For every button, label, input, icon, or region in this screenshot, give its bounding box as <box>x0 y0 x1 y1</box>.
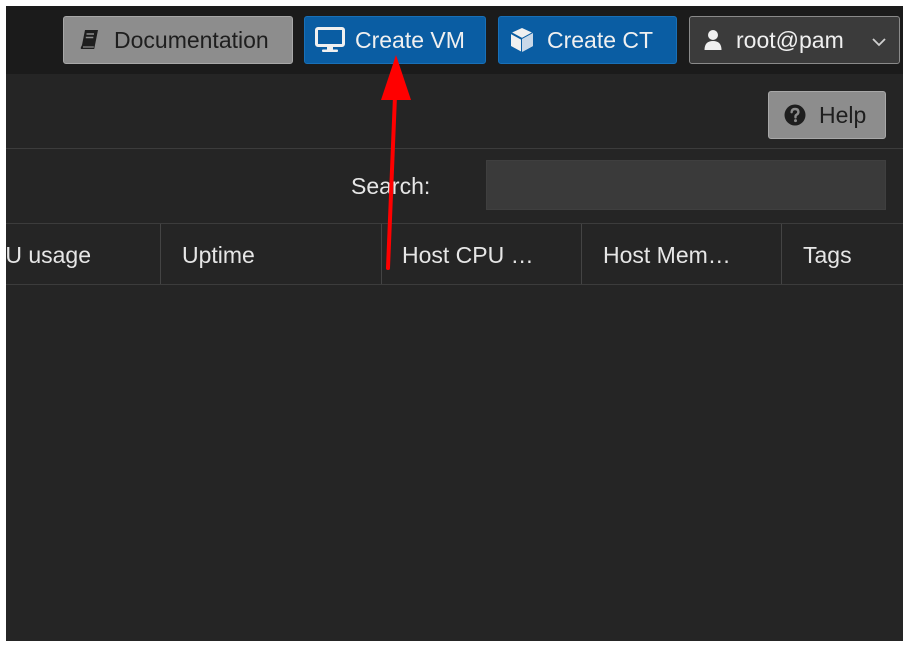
book-icon <box>78 29 102 51</box>
cube-icon <box>509 27 535 53</box>
column-header-uptime[interactable]: Uptime <box>161 224 382 284</box>
search-input[interactable] <box>486 160 886 210</box>
user-menu-button[interactable]: root@pam <box>689 16 900 64</box>
help-label: Help <box>819 101 867 128</box>
column-header-host-memory[interactable]: Host Mem… <box>582 224 782 284</box>
chevron-down-icon <box>871 31 887 58</box>
grid-body <box>6 285 903 641</box>
column-header-host-cpu[interactable]: Host CPU … <box>382 224 582 284</box>
documentation-button[interactable]: Documentation <box>63 16 293 64</box>
column-header-tags[interactable]: Tags <box>782 224 903 284</box>
create-vm-label: Create VM <box>355 26 465 53</box>
documentation-label: Documentation <box>114 26 269 53</box>
create-ct-label: Create CT <box>547 26 654 53</box>
search-row: Search: <box>6 149 903 224</box>
create-ct-button[interactable]: Create CT <box>498 16 677 64</box>
app-frame: Documentation Create VM Create CT root@p… <box>6 6 903 641</box>
user-icon <box>704 29 722 51</box>
create-vm-button[interactable]: Create VM <box>304 16 486 64</box>
column-header-cpu-usage[interactable]: PU usage <box>6 224 161 284</box>
toolbar: Help <box>6 74 903 149</box>
help-button[interactable]: Help <box>768 91 886 139</box>
desktop-icon <box>313 27 347 53</box>
search-label: Search: <box>351 173 431 199</box>
user-label: root@pam <box>736 26 844 53</box>
question-circle-icon <box>783 104 807 126</box>
grid-header-row: PU usage Uptime Host CPU … Host Mem… Tag… <box>6 224 903 285</box>
top-header-bar: Documentation Create VM Create CT root@p… <box>6 6 903 74</box>
